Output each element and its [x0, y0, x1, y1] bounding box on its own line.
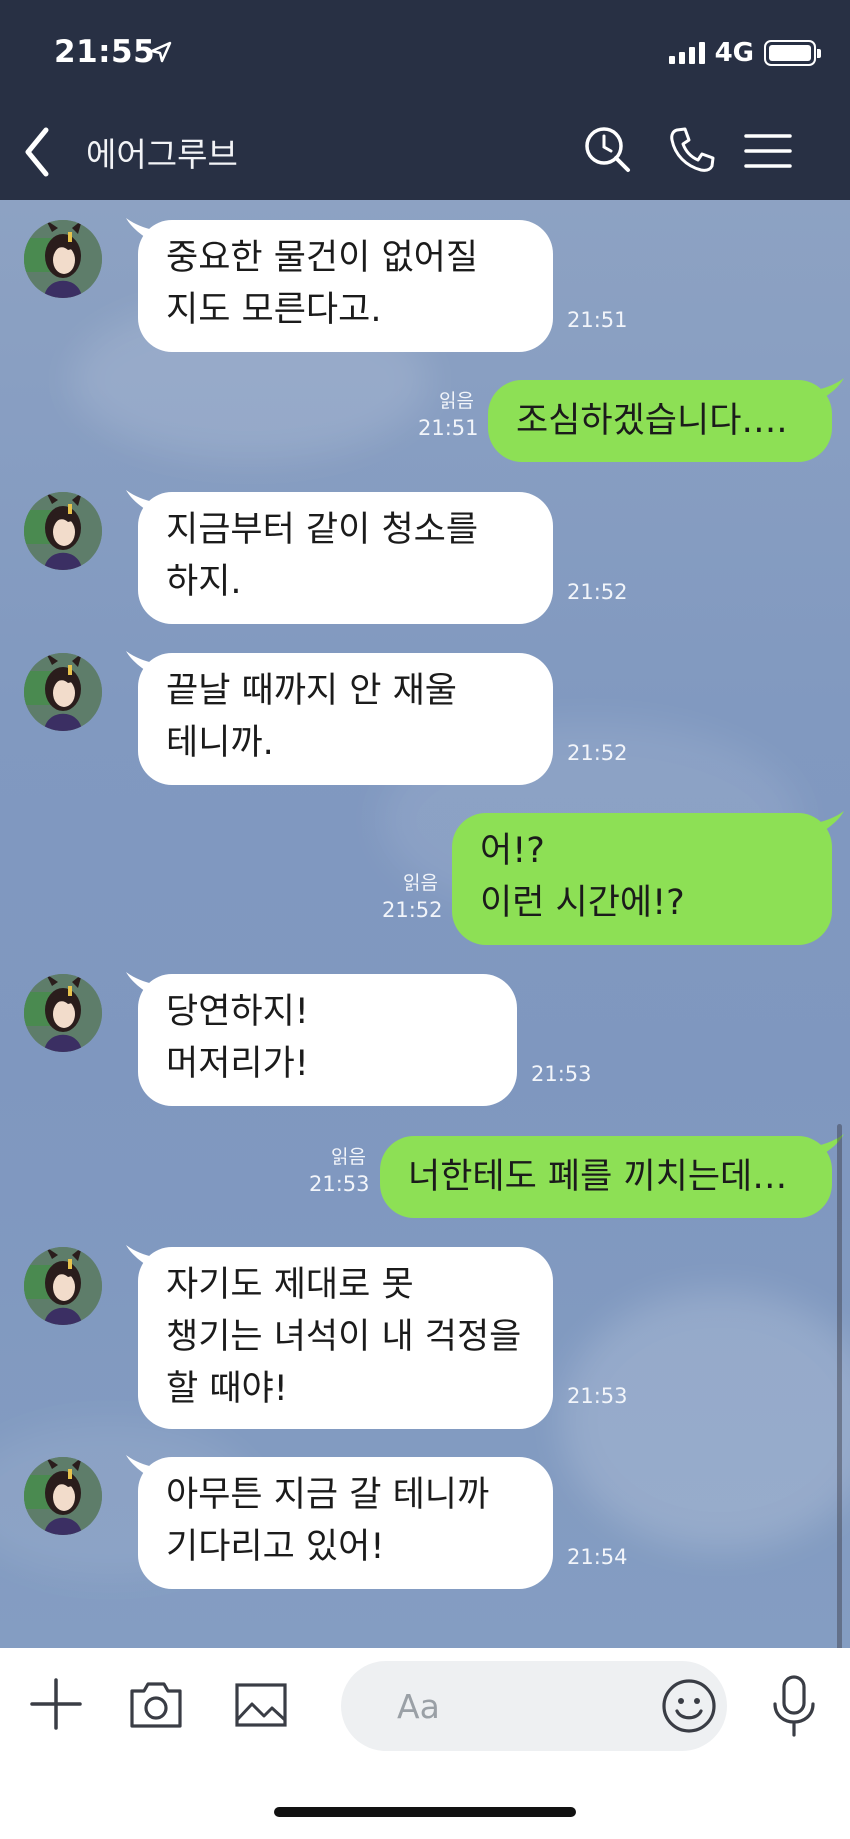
scrollbar[interactable] — [837, 1124, 842, 1648]
avatar-image — [24, 1247, 102, 1325]
message-time: 21:53 — [567, 1384, 628, 1408]
message-bubble-outgoing[interactable]: 너한테도 폐를 끼치는데… — [380, 1136, 832, 1218]
image-icon[interactable] — [234, 1682, 288, 1728]
message-line: 테니까. — [166, 723, 274, 763]
read-receipt: 읽음 — [439, 390, 474, 412]
menu-icon[interactable] — [744, 124, 792, 176]
message-time: 21:51 — [418, 416, 479, 440]
home-indicator[interactable] — [274, 1807, 576, 1817]
message-bubble-incoming[interactable]: 아무튼 지금 갈 테니까 기다리고 있어! — [138, 1457, 553, 1589]
message-line: 조심하겠습니다…. — [516, 401, 788, 441]
message-line: 중요한 물건이 없어질 — [166, 238, 479, 278]
read-receipt: 읽음 — [331, 1146, 366, 1168]
phone-icon[interactable] — [666, 124, 718, 176]
message-bubble-outgoing[interactable]: 조심하겠습니다…. — [488, 380, 832, 462]
message-bubble-outgoing[interactable]: 어!? 이런 시간에!? — [452, 813, 832, 945]
message-time: 21:52 — [567, 580, 628, 604]
message-line: 이런 시간에!? — [480, 883, 685, 923]
status-indicators: 4G — [668, 38, 821, 68]
network-label: 4G — [714, 38, 754, 68]
message-time: 21:52 — [382, 898, 443, 922]
avatar-image — [24, 220, 102, 298]
message-line: 당연하지! — [166, 992, 309, 1032]
avatar-image — [24, 653, 102, 731]
message-bubble-incoming[interactable]: 끝날 때까지 안 재울 테니까. — [138, 653, 553, 785]
top-bar: 21:55 4G 에어그루브 — [0, 0, 850, 200]
avatar[interactable] — [24, 653, 102, 731]
message-bubble-incoming[interactable]: 당연하지! 머저리가! — [138, 974, 517, 1106]
plus-icon[interactable] — [30, 1678, 82, 1730]
message-field[interactable] — [341, 1661, 727, 1751]
read-receipt: 읽음 — [403, 872, 438, 894]
status-time: 21:55 — [54, 34, 156, 70]
chat-area[interactable]: 중요한 물건이 없어질 지도 모른다고. 21:51 읽음 21:51 조심하겠… — [0, 200, 850, 1648]
message-line: 너한테도 폐를 끼치는데… — [408, 1157, 788, 1197]
mic-icon[interactable] — [770, 1674, 818, 1738]
message-line: 머저리가! — [166, 1044, 309, 1084]
avatar-image — [24, 1457, 102, 1535]
message-time: 21:53 — [309, 1172, 370, 1196]
avatar[interactable] — [24, 1457, 102, 1535]
avatar-image — [24, 492, 102, 570]
battery-icon — [764, 40, 821, 66]
avatar[interactable] — [24, 1247, 102, 1325]
emoji-icon[interactable] — [661, 1678, 717, 1734]
message-line: 어!? — [480, 831, 545, 871]
message-line: 할 때야! — [166, 1369, 288, 1409]
message-time: 21:51 — [567, 308, 628, 332]
message-line: 끝날 때까지 안 재울 — [166, 671, 457, 711]
message-line: 지도 모른다고. — [166, 290, 382, 330]
message-input[interactable] — [397, 1681, 627, 1731]
message-time: 21:52 — [567, 741, 628, 765]
message-bubble-incoming[interactable]: 자기도 제대로 못 챙기는 녀석이 내 걱정을 할 때야! — [138, 1247, 553, 1429]
avatar-image — [24, 974, 102, 1052]
avatar[interactable] — [24, 492, 102, 570]
avatar[interactable] — [24, 220, 102, 298]
location-arrow-icon — [150, 41, 172, 63]
chat-title: 에어그루브 — [86, 135, 238, 174]
message-bubble-incoming[interactable]: 지금부터 같이 청소를 하지. — [138, 492, 553, 624]
message-line: 하지. — [166, 562, 242, 602]
message-time: 21:54 — [567, 1545, 628, 1569]
message-time: 21:53 — [531, 1062, 592, 1086]
search-icon[interactable] — [582, 124, 634, 176]
message-bubble-incoming[interactable]: 중요한 물건이 없어질 지도 모른다고. — [138, 220, 553, 352]
message-line: 지금부터 같이 청소를 — [166, 510, 479, 550]
back-arrow-icon[interactable] — [18, 124, 58, 180]
message-line: 아무튼 지금 갈 테니까 — [166, 1475, 490, 1515]
input-bar — [0, 1648, 850, 1839]
signal-icon — [668, 42, 705, 64]
avatar[interactable] — [24, 974, 102, 1052]
message-line: 기다리고 있어! — [166, 1527, 385, 1567]
message-line: 자기도 제대로 못 — [166, 1265, 414, 1305]
message-line: 챙기는 녀석이 내 걱정을 — [166, 1317, 522, 1357]
camera-icon[interactable] — [128, 1681, 184, 1729]
